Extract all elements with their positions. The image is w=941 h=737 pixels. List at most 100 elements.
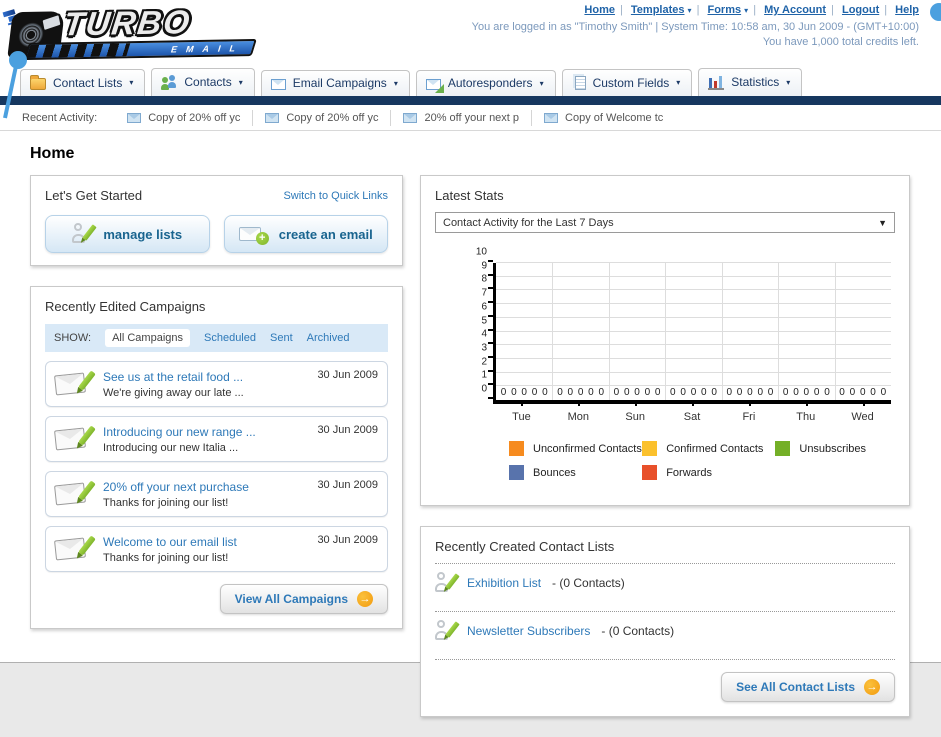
gridline	[496, 344, 891, 346]
filter-archived[interactable]: Archived	[307, 332, 350, 344]
tab-statistics[interactable]: Statistics ▾	[698, 68, 803, 96]
chevron-down-icon: ▾	[238, 77, 243, 87]
legend-label: Forwards	[666, 466, 713, 479]
logo-email-bar: EMAIL	[23, 38, 257, 61]
chevron-down-icon: ▾	[687, 6, 692, 15]
view-all-campaigns-button[interactable]: View All Campaigns →	[219, 584, 388, 614]
custom-fields-icon	[574, 76, 586, 90]
envelope-plus-icon: +	[238, 225, 269, 245]
tab-contacts[interactable]: Contacts ▾	[151, 68, 255, 96]
tab-autoresponders[interactable]: Autoresponders ▾	[415, 70, 556, 96]
tab-label: Contact Lists	[53, 75, 123, 90]
manage-lists-button[interactable]: manage lists	[45, 215, 210, 253]
legend-swatch	[642, 441, 658, 456]
y-axis-tick-label: 2	[481, 356, 487, 368]
main-nav-tabs: Contact Lists ▾ Contacts ▾ Email Campaig…	[0, 68, 941, 96]
campaign-row[interactable]: Welcome to our email list Thanks for joi…	[45, 526, 388, 572]
bar-value-label: 0	[623, 387, 630, 398]
activity-item-label: Copy of 20% off yc	[148, 111, 241, 124]
tab-custom-fields[interactable]: Custom Fields ▾	[561, 69, 693, 96]
manage-lists-label: manage lists	[103, 226, 183, 242]
help-bubble-icon[interactable]	[930, 3, 941, 21]
bar-value-label: 0	[793, 387, 799, 398]
stats-period-dropdown[interactable]: Contact Activity for the Last 7 Days ▼	[435, 212, 895, 233]
campaign-row[interactable]: Introducing our new range ... Introducin…	[45, 416, 388, 462]
legend-swatch	[509, 441, 524, 456]
legend-item: Forwards	[642, 465, 775, 480]
contact-activity-chart: 0 1 2 3 4 5 6 7 8 9 10 0 0 0 0 0 0 0 0 0 0 0 0 0 0 0 0 0 0 0 0 0 0 0 0 0 0 0 0…	[467, 247, 895, 489]
gridline	[496, 371, 891, 373]
tab-contact-lists[interactable]: Contact Lists ▾	[20, 69, 146, 96]
recent-activity-item[interactable]: Copy of 20% off yc	[115, 109, 254, 126]
nav-link-forms[interactable]: Forms	[707, 4, 741, 16]
campaign-row[interactable]: See us at the retail food ... We're givi…	[45, 361, 388, 407]
chevron-down-icon: ▾	[129, 78, 134, 87]
person-pencil-icon	[435, 620, 460, 642]
campaign-title-link[interactable]: 20% off your next purchase	[103, 480, 307, 494]
bar-value-label: 0	[824, 387, 830, 398]
top-nav: Home | Templates ▾ | Forms ▾ | My Account | …	[584, 4, 919, 16]
bar-value-label: 0	[521, 387, 527, 398]
see-all-contact-lists-button[interactable]: See All Contact Lists →	[721, 672, 895, 702]
bar-value-label: 0	[726, 387, 733, 398]
contact-list-link[interactable]: Exhibition List	[467, 576, 541, 590]
bar-value-label: 0	[849, 387, 856, 398]
tab-email-campaigns[interactable]: Email Campaigns ▾	[260, 70, 410, 96]
bar-value-label: 0	[634, 387, 640, 398]
nav-link-help[interactable]: Help	[895, 4, 919, 16]
contact-list-count: - (0 Contacts)	[601, 624, 675, 638]
bar-value-label: 0	[839, 387, 845, 398]
y-axis-tick	[488, 328, 493, 331]
nav-link-home[interactable]: Home	[584, 4, 615, 16]
chevron-down-icon: ▾	[676, 78, 681, 87]
bar-value-label: 0	[500, 387, 507, 398]
filter-all-campaigns[interactable]: All Campaigns	[105, 329, 190, 347]
x-axis-label: Tue	[493, 401, 550, 423]
bar-value-label: 0	[567, 387, 574, 398]
recent-activity-item[interactable]: 20% off your next p	[391, 109, 533, 126]
recent-campaigns-panel: Recently Edited Campaigns SHOW: All Camp…	[30, 286, 403, 629]
bar-value-label: 0	[644, 387, 651, 398]
value-label-group: 00000	[609, 387, 665, 398]
chevron-down-icon: ▾	[393, 78, 398, 88]
bar-value-label: 0	[701, 387, 707, 398]
filter-sent[interactable]: Sent	[270, 332, 293, 344]
envelope-pencil-icon	[54, 479, 96, 509]
campaign-subtitle: We're giving away our late ...	[103, 386, 244, 399]
tab-label: Email Campaigns	[292, 76, 387, 90]
campaign-title-link[interactable]: Introducing our new range ...	[103, 425, 307, 439]
campaign-subtitle: Introducing our new Italia ...	[103, 441, 239, 454]
value-label-group: 00000	[665, 387, 721, 398]
arrow-right-icon: →	[357, 591, 373, 607]
create-email-label: create an email	[278, 226, 373, 242]
bar-value-label: 0	[588, 387, 594, 398]
bar-value-label: 0	[813, 387, 820, 398]
gridline	[496, 262, 891, 263]
gridline	[608, 263, 610, 400]
nav-link-logout[interactable]: Logout	[842, 4, 879, 16]
contact-list-count: - (0 Contacts)	[552, 576, 625, 590]
nav-link-templates[interactable]: Templates	[631, 4, 685, 16]
x-axis-label: Sun	[607, 401, 664, 423]
contact-lists-panel: Recently Created Contact Lists Exhibitio…	[420, 526, 910, 717]
gridline	[834, 263, 836, 400]
bar-value-label: 0	[690, 387, 697, 398]
create-email-button[interactable]: + create an email	[223, 215, 388, 253]
recent-activity-item[interactable]: Copy of 20% off yc	[253, 109, 392, 126]
recent-activity-item[interactable]: Copy of Welcome tc	[532, 110, 675, 126]
campaign-title-link[interactable]: Welcome to our email list	[103, 535, 307, 549]
latest-stats-title: Latest Stats	[435, 188, 504, 203]
activity-item-label: Copy of 20% off yc	[286, 111, 379, 124]
contact-list-row[interactable]: Exhibition List - (0 Contacts)	[435, 564, 895, 602]
switch-quick-links-link[interactable]: Switch to Quick Links	[283, 190, 388, 202]
filter-scheduled[interactable]: Scheduled	[204, 332, 256, 344]
nav-link-my-account[interactable]: My Account	[764, 4, 826, 16]
contact-list-link[interactable]: Newsletter Subscribers	[467, 624, 590, 638]
nav-separator: |	[831, 4, 834, 16]
campaign-date: 30 Jun 2009	[317, 534, 378, 546]
campaign-row[interactable]: 20% off your next purchase Thanks for jo…	[45, 471, 388, 517]
contact-list-row[interactable]: Newsletter Subscribers - (0 Contacts)	[435, 612, 895, 650]
campaign-title-link[interactable]: See us at the retail food ...	[103, 370, 307, 384]
chevron-down-icon: ▾	[539, 78, 544, 88]
legend-label: Unsubscribes	[799, 442, 867, 455]
